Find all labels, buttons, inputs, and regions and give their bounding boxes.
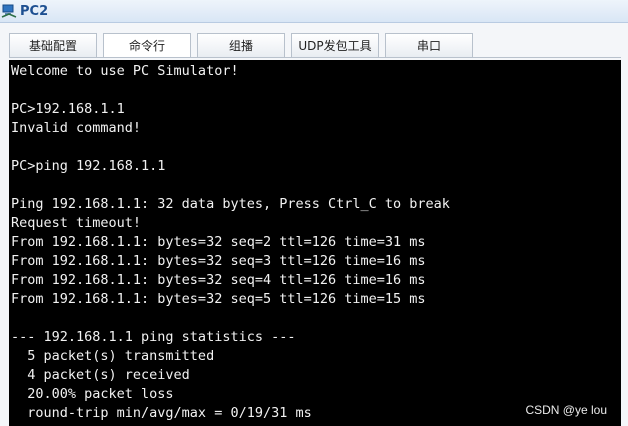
pc-app-icon (1, 3, 17, 19)
tab-divider (9, 57, 621, 58)
tab-command-line[interactable]: 命令行 (103, 33, 191, 57)
tab-basic-config[interactable]: 基础配置 (9, 33, 97, 57)
command-terminal[interactable]: Welcome to use PC Simulator! PC>192.168.… (9, 60, 621, 426)
tab-multicast[interactable]: 组播 (197, 33, 285, 57)
tab-serial[interactable]: 串口 (385, 33, 473, 57)
terminal-line: Request timeout! (11, 215, 142, 231)
terminal-line: From 192.168.1.1: bytes=32 seq=5 ttl=126… (11, 291, 426, 307)
terminal-line: 20.00% packet loss (11, 386, 174, 402)
tab-udp-tool[interactable]: UDP发包工具 (291, 33, 379, 57)
pc-simulator-window: PC2 基础配置 命令行 组播 UDP发包工具 串口 Welcome to us… (0, 0, 628, 426)
terminal-line: From 192.168.1.1: bytes=32 seq=3 ttl=126… (11, 253, 426, 269)
terminal-line: Ping 192.168.1.1: 32 data bytes, Press C… (11, 196, 450, 212)
terminal-line: Welcome to use PC Simulator! (11, 63, 239, 79)
tab-bar: 基础配置 命令行 组播 UDP发包工具 串口 (0, 23, 628, 61)
terminal-line: round-trip min/avg/max = 0/19/31 ms (11, 405, 312, 421)
terminal-line: From 192.168.1.1: bytes=32 seq=4 ttl=126… (11, 272, 426, 288)
terminal-line: 5 packet(s) transmitted (11, 348, 215, 364)
title-bar[interactable]: PC2 (0, 0, 628, 23)
terminal-line: --- 192.168.1.1 ping statistics --- (11, 329, 296, 345)
terminal-line: Invalid command! (11, 120, 142, 136)
terminal-line: From 192.168.1.1: bytes=32 seq=2 ttl=126… (11, 234, 426, 250)
terminal-line: 4 packet(s) received (11, 367, 190, 383)
terminal-line: PC>ping 192.168.1.1 (11, 158, 166, 174)
window-title: PC2 (20, 3, 49, 19)
watermark: CSDN @ye lou (525, 403, 607, 417)
terminal-line: PC>192.168.1.1 (11, 101, 125, 117)
